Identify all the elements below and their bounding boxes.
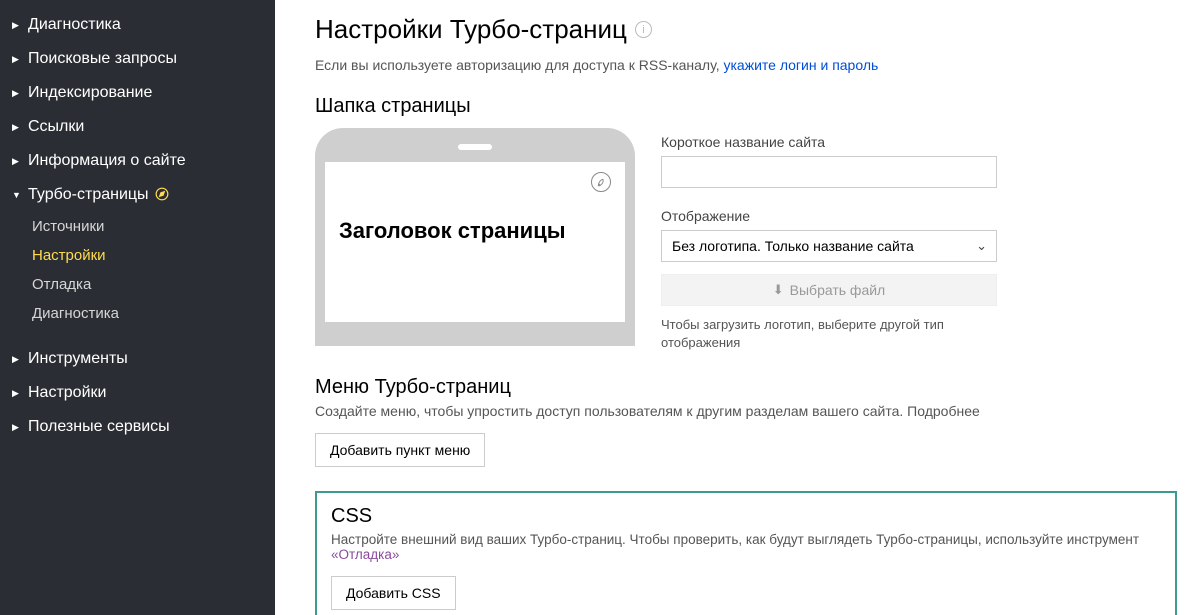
chevron-right-icon [12,354,22,365]
info-icon[interactable]: i [635,21,652,38]
sidebar-item-settings[interactable]: Настройки [0,376,275,410]
intro-text-body: Если вы используете авторизацию для дост… [315,57,723,73]
chevron-right-icon [12,54,22,65]
site-name-label: Короткое название сайта [661,134,997,150]
chevron-right-icon [12,20,22,31]
sidebar-item-label: Поисковые запросы [28,50,177,68]
page-title: Настройки Турбо-страниц i [315,14,1177,45]
intro-text: Если вы используете авторизацию для дост… [315,57,1177,73]
sidebar-sub-sources[interactable]: Источники [0,212,275,241]
main-content: Настройки Турбо-страниц i Если вы исполь… [275,0,1193,615]
display-selected-value: Без логотипа. Только название сайта [672,238,914,254]
chevron-down-icon [12,190,22,201]
rocket-icon [155,187,169,204]
download-icon: ⬇ [773,282,784,298]
intro-link[interactable]: укажите логин и пароль [723,57,878,73]
sidebar-item-label: Информация о сайте [28,152,186,170]
menu-section: Меню Турбо-страниц Создайте меню, чтобы … [315,376,1177,467]
chevron-right-icon [12,422,22,433]
css-hint: Настройте внешний вид ваших Турбо-страни… [331,532,1161,562]
sidebar-sub-debug[interactable]: Отладка [0,270,275,299]
preview-heading: Заголовок страницы [339,218,611,244]
add-css-button[interactable]: Добавить CSS [331,576,456,610]
menu-section-title: Меню Турбо-страниц [315,376,1177,399]
chevron-right-icon [12,156,22,167]
sidebar-item-label: Ссылки [28,118,84,136]
chevron-right-icon [12,388,22,399]
sidebar-item-site-info[interactable]: Информация о сайте [0,144,275,178]
sidebar: Диагностика Поисковые запросы Индексиров… [0,0,275,615]
menu-hint: Создайте меню, чтобы упростить доступ по… [315,403,1177,419]
sidebar-submenu-turbo: Источники Настройки Отладка Диагностика [0,212,275,328]
rocket-icon [591,172,611,192]
add-menu-item-button[interactable]: Добавить пункт меню [315,433,485,467]
sidebar-item-useful-services[interactable]: Полезные сервисы [0,410,275,444]
menu-hint-link[interactable]: Подробнее [907,403,980,419]
phone-preview: Заголовок страницы [315,128,635,346]
upload-hint: Чтобы загрузить логотип, выберите другой… [661,316,997,352]
display-label: Отображение [661,208,997,224]
header-block: Заголовок страницы Короткое название сай… [315,128,1177,352]
header-form: Короткое название сайта Отображение Без … [661,128,997,352]
chevron-right-icon [12,122,22,133]
sidebar-item-label: Диагностика [28,16,121,34]
sidebar-item-turbo-pages[interactable]: Турбо-страницы [0,178,275,212]
chevron-right-icon [12,88,22,99]
upload-button-label: Выбрать файл [790,282,886,298]
sidebar-item-label: Турбо-страницы [28,186,149,204]
chevron-down-icon: ⌄ [976,238,987,254]
css-hint-text: Настройте внешний вид ваших Турбо-страни… [331,532,1139,547]
page-title-text: Настройки Турбо-страниц [315,14,627,45]
css-section-title: CSS [331,505,1161,528]
sidebar-item-links[interactable]: Ссылки [0,110,275,144]
sidebar-item-indexing[interactable]: Индексирование [0,76,275,110]
sidebar-item-search-queries[interactable]: Поисковые запросы [0,42,275,76]
phone-speaker [458,144,492,150]
phone-screen: Заголовок страницы [325,162,625,322]
sidebar-item-diagnostics[interactable]: Диагностика [0,8,275,42]
sidebar-item-label: Настройки [28,384,106,402]
sidebar-item-label: Индексирование [28,84,152,102]
sidebar-sub-diagnostics[interactable]: Диагностика [0,299,275,328]
menu-hint-text: Создайте меню, чтобы упростить доступ по… [315,403,907,419]
sidebar-item-label: Полезные сервисы [28,418,170,436]
sidebar-item-label: Инструменты [28,350,128,368]
css-hint-link[interactable]: «Отладка» [331,547,399,562]
site-name-input[interactable] [661,156,997,188]
sidebar-item-tools[interactable]: Инструменты [0,342,275,376]
display-select[interactable]: Без логотипа. Только название сайта ⌄ [661,230,997,262]
css-section: CSS Настройте внешний вид ваших Турбо-ст… [315,491,1177,615]
header-section-title: Шапка страницы [315,95,1177,118]
sidebar-sub-settings[interactable]: Настройки [0,241,275,270]
upload-file-button: ⬇ Выбрать файл [661,274,997,306]
